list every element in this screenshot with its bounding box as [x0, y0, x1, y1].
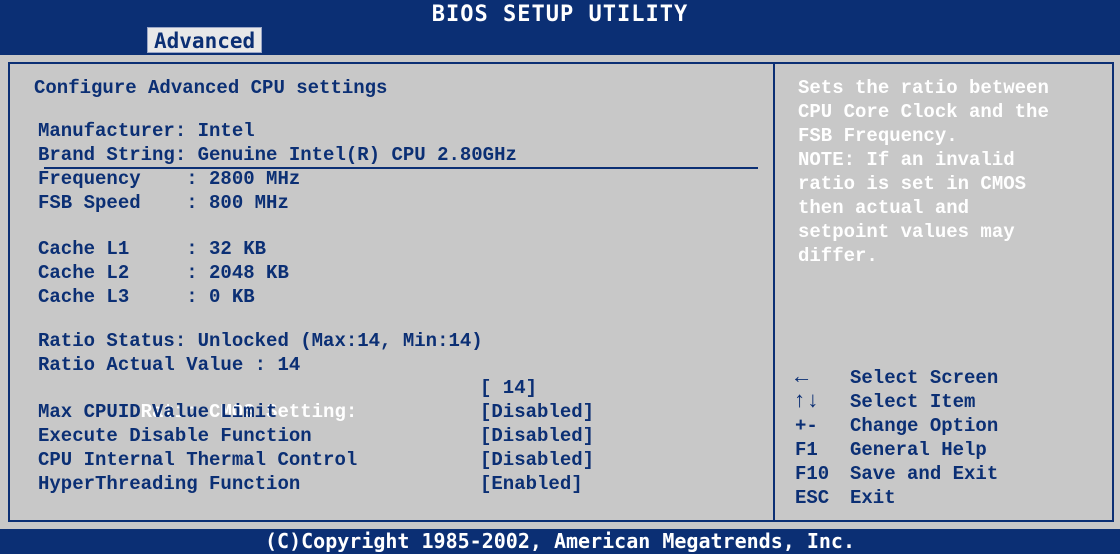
setting-value-max-cpuid[interactable]: [Disabled]	[480, 400, 594, 424]
fsb-speed: FSB Speed : 800 MHz	[38, 192, 289, 214]
help-line: then actual and	[798, 197, 970, 219]
setting-value-ratio-cmos[interactable]: [ 14]	[480, 376, 537, 400]
help-line: CPU Core Clock and the	[798, 101, 1049, 123]
up-down-arrows-icon: ↑↓	[793, 389, 820, 414]
left-arrow-icon: ←	[795, 365, 809, 390]
copyright-text: (C)Copyright 1985-2002, American Megatre…	[264, 529, 855, 553]
content-frame: Configure Advanced CPU settings Manufact…	[8, 62, 1114, 522]
key-desc: Change Option	[850, 415, 999, 437]
ratio-actual-value: Ratio Actual Value : 14	[38, 354, 301, 376]
setting-max-cpuid[interactable]: Max CPUID Value Limit	[38, 400, 277, 424]
cpu-brand-string: Brand String: Genuine Intel(R) CPU 2.80G…	[38, 144, 517, 166]
cache-l1: Cache L1 : 32 KB	[38, 238, 267, 260]
key-label: F10	[795, 463, 830, 485]
key-label: F1	[795, 439, 818, 461]
setting-value-execute-disable[interactable]: [Disabled]	[480, 424, 594, 448]
help-line: FSB Frequency.	[798, 125, 958, 147]
help-line: ratio is set in CMOS	[798, 173, 1027, 195]
ratio-status: Ratio Status: Unlocked (Max:14, Min:14)	[38, 330, 483, 352]
app-title: BIOS SETUP UTILITY	[431, 2, 689, 27]
cpu-manufacturer: Manufacturer: Intel	[38, 120, 255, 142]
setting-cpu-thermal[interactable]: CPU Internal Thermal Control	[38, 448, 357, 472]
setting-value-cpu-thermal[interactable]: [Disabled]	[480, 448, 594, 472]
help-line: differ.	[798, 245, 878, 267]
title-bar: BIOS SETUP UTILITY Advanced	[0, 0, 1120, 55]
key-desc: General Help	[850, 439, 987, 461]
key-desc: Save and Exit	[850, 463, 999, 485]
key-label: ESC	[795, 487, 830, 509]
setting-hyperthreading[interactable]: HyperThreading Function	[38, 472, 300, 496]
help-line: setpoint values may	[798, 221, 1015, 243]
footer-bar: (C)Copyright 1985-2002, American Megatre…	[0, 529, 1120, 554]
cache-l2: Cache L2 : 2048 KB	[38, 262, 289, 284]
cpu-frequency: Frequency : 2800 MHz	[38, 168, 301, 190]
setting-execute-disable[interactable]: Execute Disable Function	[38, 424, 312, 448]
tab-advanced[interactable]: Advanced	[147, 27, 263, 53]
key-label: +-	[795, 415, 818, 437]
help-line: Sets the ratio between	[798, 77, 1049, 99]
main-screen: Configure Advanced CPU settings Manufact…	[0, 55, 1120, 529]
key-desc: Select Item	[850, 391, 976, 413]
cache-l3: Cache L3 : 0 KB	[38, 286, 255, 308]
key-desc: Select Screen	[850, 367, 999, 389]
setting-value-hyperthreading[interactable]: [Enabled]	[480, 472, 583, 496]
key-desc: Exit	[850, 487, 896, 509]
page-heading: Configure Advanced CPU settings	[34, 77, 388, 99]
panel-divider	[773, 64, 775, 520]
help-line: NOTE: If an invalid	[798, 149, 1015, 171]
